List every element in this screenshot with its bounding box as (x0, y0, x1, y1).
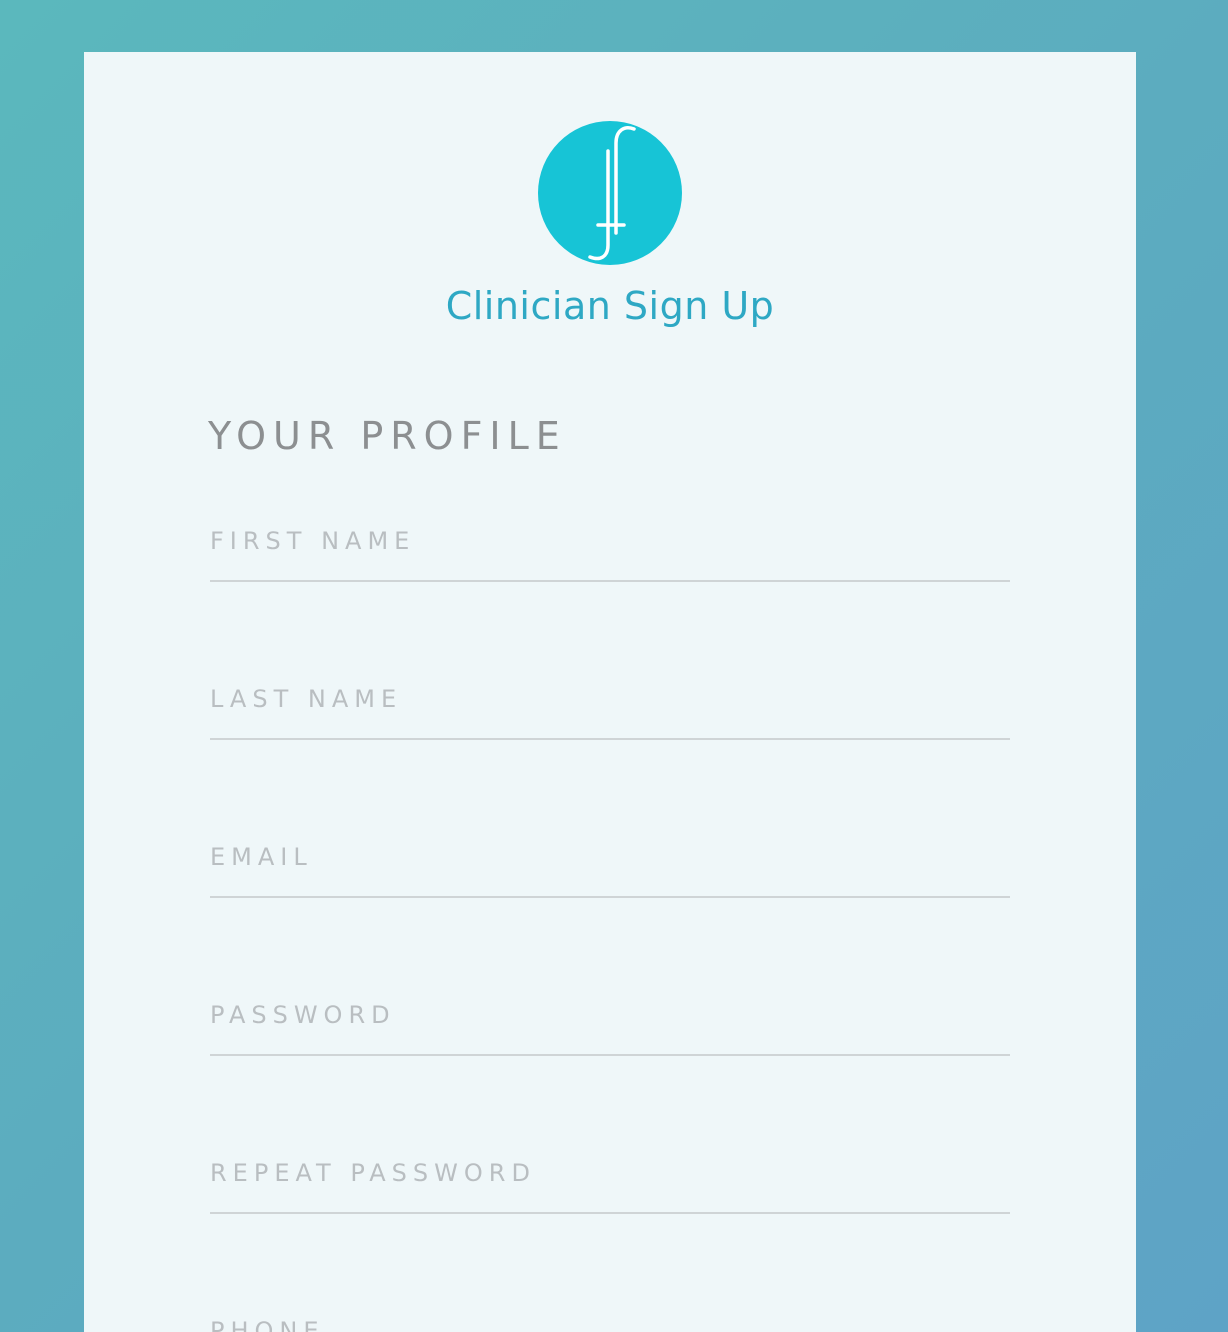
phone-field-wrapper (210, 1292, 1010, 1332)
first-name-input[interactable] (210, 502, 1010, 582)
password-input[interactable] (210, 976, 1010, 1056)
page-title: Clinician Sign Up (445, 284, 775, 328)
signup-card: Clinician Sign Up YOUR PROFILE (84, 52, 1136, 1332)
email-field-wrapper (210, 818, 1010, 898)
password-field-wrapper (210, 976, 1010, 1056)
integral-f-logo-icon (538, 121, 682, 265)
first-name-field-wrapper (210, 502, 1010, 582)
last-name-field-wrapper (210, 660, 1010, 740)
repeat-password-field-wrapper (210, 1134, 1010, 1214)
last-name-input[interactable] (210, 660, 1010, 740)
email-input[interactable] (210, 818, 1010, 898)
repeat-password-input[interactable] (210, 1134, 1010, 1214)
phone-input[interactable] (210, 1292, 1010, 1332)
section-heading-your-profile: YOUR PROFILE (208, 414, 567, 458)
